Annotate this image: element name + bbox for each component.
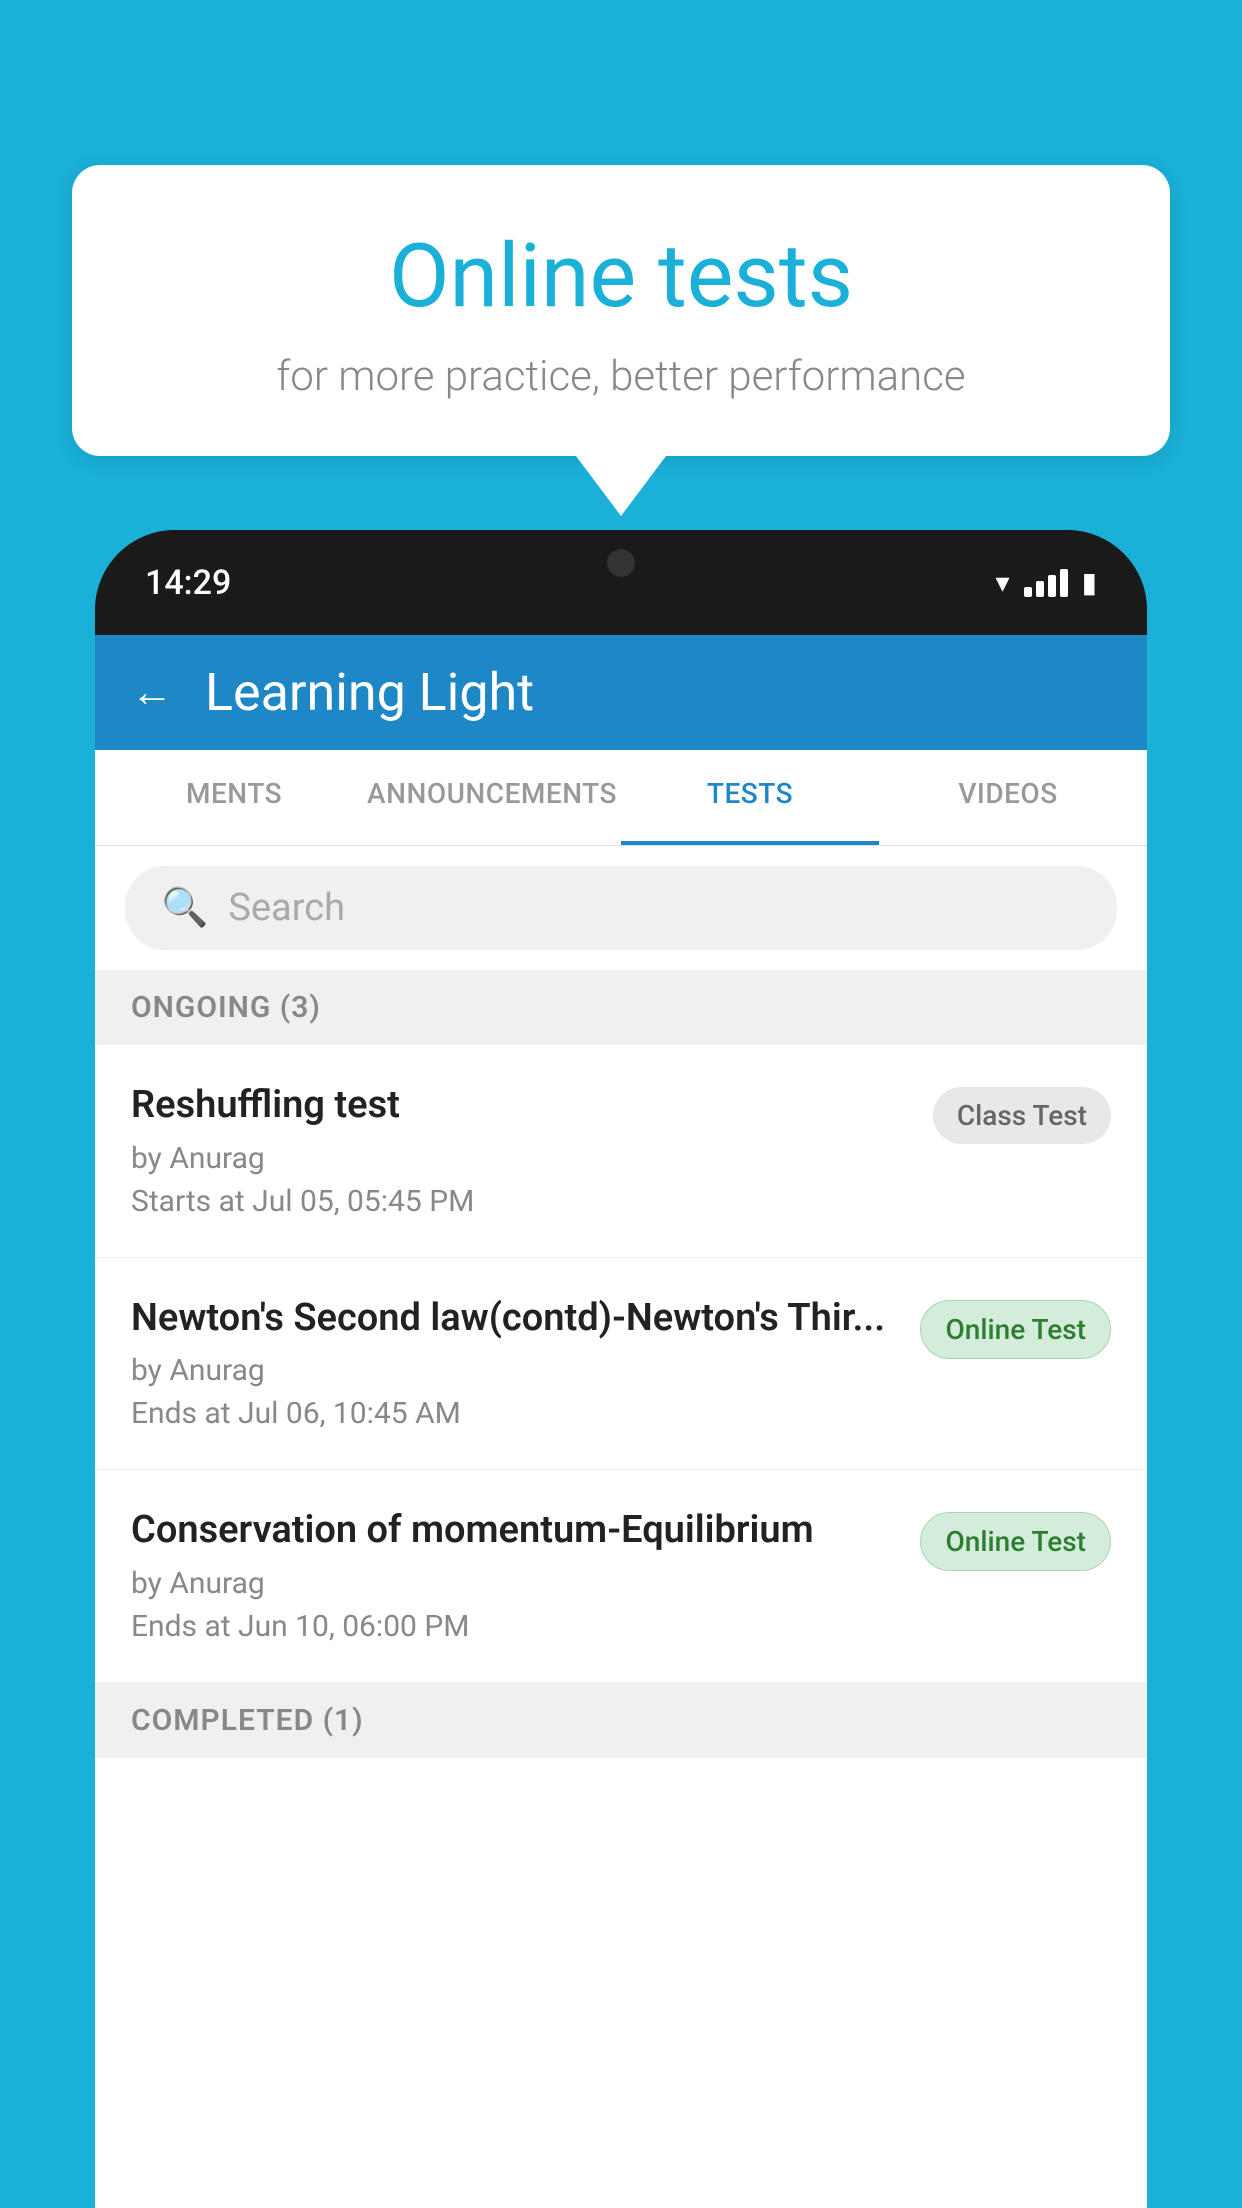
speech-bubble-tail — [576, 456, 666, 516]
test-info: Newton's Second law(contd)-Newton's Thir… — [131, 1296, 896, 1432]
test-date: Ends at Jul 06, 10:45 AM — [131, 1396, 896, 1431]
completed-section-header: COMPLETED (1) — [95, 1683, 1147, 1758]
test-item[interactable]: Reshuffling test by Anurag Starts at Jul… — [95, 1045, 1147, 1258]
ongoing-label: ONGOING (3) — [131, 990, 321, 1025]
search-icon: 🔍 — [161, 886, 208, 930]
search-bar[interactable]: 🔍 Search — [125, 866, 1117, 950]
test-author: by Anurag — [131, 1566, 896, 1601]
completed-label: COMPLETED (1) — [131, 1703, 364, 1738]
test-name: Reshuffling test — [131, 1083, 909, 1129]
test-name: Newton's Second law(contd)-Newton's Thir… — [131, 1296, 896, 1342]
test-info: Reshuffling test by Anurag Starts at Jul… — [131, 1083, 909, 1219]
speech-bubble-title: Online tests — [122, 225, 1120, 328]
tab-tests[interactable]: TESTS — [621, 750, 879, 845]
test-date: Starts at Jul 05, 05:45 PM — [131, 1184, 909, 1219]
test-badge: Online Test — [920, 1512, 1111, 1571]
ongoing-section-header: ONGOING (3) — [95, 970, 1147, 1045]
back-button[interactable]: ← — [131, 668, 173, 717]
test-badge: Online Test — [920, 1300, 1111, 1359]
app-screen: ← Learning Light MENTS ANNOUNCEMENTS TES… — [95, 635, 1147, 2208]
app-title: Learning Light — [205, 662, 534, 723]
search-input[interactable]: Search — [228, 886, 345, 930]
app-header: ← Learning Light — [95, 635, 1147, 750]
test-item[interactable]: Newton's Second law(contd)-Newton's Thir… — [95, 1258, 1147, 1471]
test-name: Conservation of momentum-Equilibrium — [131, 1508, 896, 1554]
tabs-bar: MENTS ANNOUNCEMENTS TESTS VIDEOS — [95, 750, 1147, 846]
test-author: by Anurag — [131, 1141, 909, 1176]
phone-status-bar: 14:29 ▾ ▮ — [95, 530, 1147, 635]
tab-videos[interactable]: VIDEOS — [879, 750, 1137, 845]
tests-list: Reshuffling test by Anurag Starts at Jul… — [95, 1045, 1147, 2208]
tab-ments[interactable]: MENTS — [105, 750, 363, 845]
speech-bubble-subtitle: for more practice, better performance — [122, 352, 1120, 401]
test-info: Conservation of momentum-Equilibrium by … — [131, 1508, 896, 1644]
wifi-icon: ▾ — [996, 566, 1010, 599]
tab-announcements[interactable]: ANNOUNCEMENTS — [363, 750, 621, 845]
phone-time: 14:29 — [145, 563, 231, 603]
speech-bubble-container: Online tests for more practice, better p… — [72, 165, 1170, 516]
signal-icon — [1024, 569, 1068, 597]
test-author: by Anurag — [131, 1353, 896, 1388]
phone-notch — [531, 530, 711, 595]
search-container: 🔍 Search — [95, 846, 1147, 970]
speech-bubble: Online tests for more practice, better p… — [72, 165, 1170, 456]
phone-camera — [607, 549, 635, 577]
phone-frame: 14:29 ▾ ▮ ← Learning Light MENTS — [95, 530, 1147, 2208]
battery-icon: ▮ — [1082, 566, 1097, 599]
test-item[interactable]: Conservation of momentum-Equilibrium by … — [95, 1470, 1147, 1683]
test-badge: Class Test — [933, 1087, 1111, 1144]
test-date: Ends at Jun 10, 06:00 PM — [131, 1609, 896, 1644]
phone-status-icons: ▾ ▮ — [996, 566, 1097, 599]
